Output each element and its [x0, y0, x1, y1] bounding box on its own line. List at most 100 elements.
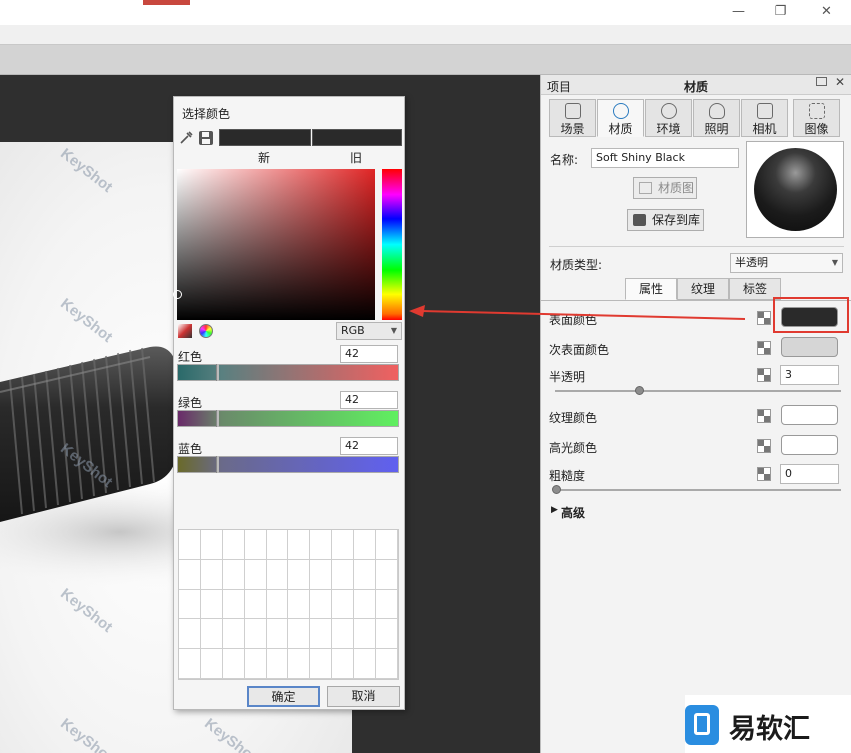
palette-cell[interactable] [288, 559, 311, 590]
translucency-input[interactable]: 3 [780, 365, 839, 385]
palette-cell[interactable] [179, 649, 201, 679]
palette-cell[interactable] [288, 530, 311, 560]
eyedropper-icon[interactable] [178, 130, 194, 146]
palette-cell[interactable] [200, 559, 223, 590]
palette-cell[interactable] [200, 530, 223, 560]
red-input[interactable]: 42 [340, 345, 398, 363]
palette-cell[interactable] [244, 530, 267, 560]
palette-cell[interactable] [354, 559, 377, 590]
palette-cell[interactable] [200, 589, 223, 620]
palette-cell[interactable] [354, 589, 377, 620]
palette-cell[interactable] [332, 649, 355, 679]
minimize-button[interactable]: — [716, 0, 761, 25]
roughness-slider[interactable] [555, 489, 841, 491]
tab-material[interactable]: 材质 [597, 99, 644, 137]
palette-cell[interactable] [376, 619, 398, 650]
palette-cell[interactable] [288, 589, 311, 620]
roughness-slider-knob[interactable] [552, 485, 561, 494]
close-button[interactable]: ✕ [804, 0, 849, 25]
palette-cell[interactable] [222, 619, 245, 650]
texture-map-icon[interactable] [757, 341, 771, 355]
material-preview[interactable] [746, 141, 844, 238]
subsurface-color-swatch[interactable] [781, 337, 838, 357]
saturation-value-field[interactable] [173, 169, 375, 320]
tab-scene[interactable]: 场景 [549, 99, 596, 137]
palette-cell[interactable] [354, 619, 377, 650]
texture-color-swatch[interactable] [781, 405, 838, 425]
roughness-input[interactable]: 0 [780, 464, 839, 484]
palette-cell[interactable] [266, 530, 289, 560]
palette-cell[interactable] [332, 619, 355, 650]
palette-cell[interactable] [179, 530, 201, 560]
palette-cell[interactable] [179, 589, 201, 620]
translucency-slider[interactable] [555, 390, 841, 392]
palette-cell[interactable] [244, 589, 267, 620]
palette-cell[interactable] [310, 530, 333, 560]
red-slider-thumb[interactable] [216, 364, 219, 381]
material-graph-button[interactable]: 材质图 [633, 177, 697, 199]
texture-map-icon[interactable] [757, 311, 771, 325]
green-slider[interactable] [177, 410, 399, 427]
ok-button[interactable]: 确定 [247, 686, 320, 707]
subtab-properties[interactable]: 属性 [625, 278, 677, 300]
specular-color-swatch[interactable] [781, 435, 838, 455]
save-swatch-icon[interactable] [198, 130, 214, 146]
palette-cell[interactable] [244, 619, 267, 650]
palette-cell[interactable] [332, 559, 355, 590]
palette-cell[interactable] [222, 649, 245, 679]
palette-cell[interactable] [179, 559, 201, 590]
palette-cell[interactable] [310, 559, 333, 590]
blue-slider[interactable] [177, 456, 399, 473]
subtab-textures[interactable]: 纹理 [677, 278, 729, 300]
old-color-swatch[interactable] [312, 129, 402, 146]
restore-button[interactable]: ❐ [758, 0, 803, 25]
palette-cell[interactable] [376, 649, 398, 679]
texture-map-icon[interactable] [757, 409, 771, 423]
tab-image[interactable]: 图像 [793, 99, 840, 137]
tab-camera[interactable]: 相机 [741, 99, 788, 137]
palette-cell[interactable] [332, 530, 355, 560]
palette-cell[interactable] [266, 649, 289, 679]
panel-left-title[interactable]: 项目 [547, 78, 571, 95]
palette-cell[interactable] [376, 559, 398, 590]
palette-cell[interactable] [266, 559, 289, 590]
palette-cell[interactable] [310, 649, 333, 679]
close-panel-icon[interactable]: ✕ [835, 75, 845, 89]
palette-cell[interactable] [244, 559, 267, 590]
translucency-slider-knob[interactable] [635, 386, 644, 395]
color-cursor[interactable] [173, 290, 182, 299]
texture-map-icon[interactable] [757, 439, 771, 453]
palette-cell[interactable] [266, 619, 289, 650]
palette-cell[interactable] [354, 649, 377, 679]
palette-cell[interactable] [354, 530, 377, 560]
blue-slider-thumb[interactable] [216, 456, 219, 473]
palette-cell[interactable] [288, 649, 311, 679]
color-mode-select[interactable]: RGB ▼ [336, 322, 402, 340]
palette-cell[interactable] [310, 619, 333, 650]
blue-input[interactable]: 42 [340, 437, 398, 455]
custom-color-palette[interactable] [178, 529, 399, 680]
color-wheel-icon[interactable] [199, 324, 213, 338]
palette-cell[interactable] [222, 559, 245, 590]
texture-map-icon[interactable] [757, 368, 771, 382]
palette-cell[interactable] [288, 619, 311, 650]
palette-cell[interactable] [200, 649, 223, 679]
hue-slider[interactable] [382, 169, 402, 320]
float-panel-icon[interactable] [816, 77, 827, 86]
palette-cell[interactable] [332, 589, 355, 620]
palette-cell[interactable] [376, 589, 398, 620]
palette-cell[interactable] [376, 530, 398, 560]
advanced-section[interactable]: 高级 [561, 504, 585, 521]
expand-arrow-icon[interactable]: ▶ [551, 505, 558, 515]
color-square-icon[interactable] [178, 324, 192, 338]
save-to-library-button[interactable]: 保存到库 [627, 209, 704, 231]
palette-cell[interactable] [222, 589, 245, 620]
material-type-select[interactable]: 半透明 ▼ [730, 253, 843, 273]
texture-map-icon[interactable] [757, 467, 771, 481]
palette-cell[interactable] [179, 619, 201, 650]
material-name-input[interactable]: Soft Shiny Black [591, 148, 739, 168]
tab-lighting[interactable]: 照明 [693, 99, 740, 137]
red-slider[interactable] [177, 364, 399, 381]
palette-cell[interactable] [310, 589, 333, 620]
cancel-button[interactable]: 取消 [327, 686, 400, 707]
